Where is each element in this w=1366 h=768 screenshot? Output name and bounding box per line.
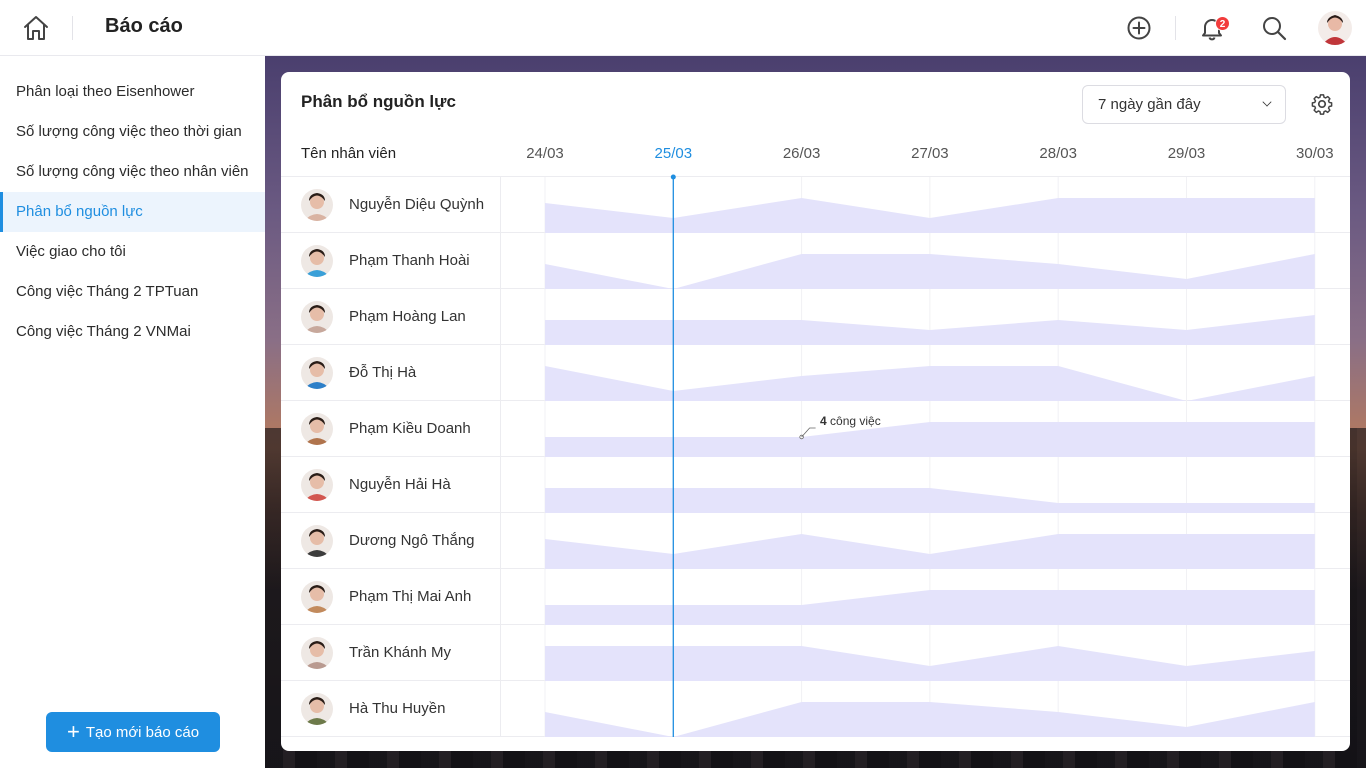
add-circle-icon[interactable] [1125,14,1153,42]
sidebar-item-assigned-to-me[interactable]: Việc giao cho tôi [0,232,265,272]
page-title: Báo cáo [105,15,183,37]
allocation-chart [544,174,1316,737]
allocation-area-6 [545,488,1315,513]
sidebar-item-feb-vnmai[interactable]: Công việc Tháng 2 VNMai [0,312,265,352]
plus-icon: + [66,719,80,744]
divider [72,16,73,40]
allocation-area-2 [545,254,1315,289]
notification-badge: 2 [1215,16,1230,31]
sidebar-item-feb-tptuan[interactable]: Công việc Tháng 2 TPTuan [0,272,265,312]
sidebar: Phân loại theo Eisenhower Số lượng công … [0,56,265,768]
allocation-area-8 [545,590,1315,625]
allocation-area-4 [545,366,1315,401]
sidebar-item-eisenhower[interactable]: Phân loại theo Eisenhower [0,72,265,112]
sidebar-item-resource-allocation[interactable]: Phân bổ nguồn lực [0,192,265,232]
home-icon[interactable] [22,15,50,41]
report-card: Phân bổ nguồn lực 7 ngày gần đây Tên nhâ… [281,72,1350,751]
sidebar-item-tasks-by-time[interactable]: Số lượng công việc theo thời gian [0,112,265,152]
allocation-area-5 [545,422,1315,457]
create-report-button[interactable]: + Tạo mới báo cáo [46,712,220,752]
divider [1175,16,1176,40]
user-avatar[interactable] [1318,11,1352,45]
top-bar: Báo cáo 2 [0,0,1366,56]
tooltip-label: 4 công việc [820,414,881,428]
create-report-label: Tạo mới báo cáo [85,724,200,741]
allocation-area-10 [545,702,1315,737]
search-icon[interactable] [1260,14,1288,42]
today-dot [670,174,676,180]
sidebar-item-tasks-by-employee[interactable]: Số lượng công việc theo nhân viên [0,152,265,192]
